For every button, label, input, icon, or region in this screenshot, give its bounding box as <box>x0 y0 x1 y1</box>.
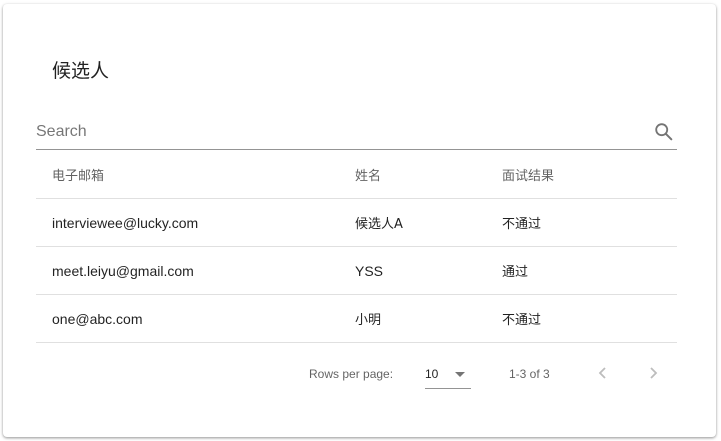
rows-per-page-select[interactable]: 10 <box>425 360 471 389</box>
next-page-button[interactable] <box>639 359 667 387</box>
table-pagination: Rows per page: 10 1-3 of 3 <box>36 345 677 401</box>
table-row[interactable]: meet.leiyu@gmail.com YSS 通过 <box>36 246 677 295</box>
previous-page-button[interactable] <box>589 359 617 387</box>
pagination-range: 1-3 of 3 <box>509 367 550 381</box>
cell-email: interviewee@lucky.com <box>36 198 355 247</box>
caret-down-icon <box>455 372 465 377</box>
column-header-result[interactable]: 面试结果 <box>502 150 677 199</box>
search-input[interactable] <box>36 117 636 147</box>
cell-result: 不通过 <box>502 198 677 247</box>
cell-email: one@abc.com <box>36 294 355 343</box>
table-row[interactable]: one@abc.com 小明 不通过 <box>36 294 677 343</box>
column-header-name[interactable]: 姓名 <box>355 150 502 199</box>
cell-result: 通过 <box>502 246 677 295</box>
rows-per-page-label: Rows per page: <box>309 367 394 381</box>
cell-name: 候选人A <box>355 198 502 247</box>
table-row[interactable]: interviewee@lucky.com 候选人A 不通过 <box>36 198 677 247</box>
table-header-row: 电子邮箱 姓名 面试结果 <box>36 150 677 199</box>
search-field[interactable] <box>36 117 677 150</box>
chevron-left-icon <box>598 367 606 379</box>
chevron-right-icon <box>650 367 658 379</box>
search-icon[interactable] <box>653 121 675 143</box>
page-title: 候选人 <box>52 60 110 82</box>
cell-name: 小明 <box>355 294 502 343</box>
column-header-email[interactable]: 电子邮箱 <box>36 150 355 199</box>
candidates-table: 电子邮箱 姓名 面试结果 interviewee@lucky.com 候选人A … <box>36 150 677 343</box>
rows-per-page-value: 10 <box>425 367 439 381</box>
cell-email: meet.leiyu@gmail.com <box>36 246 355 295</box>
cell-name: YSS <box>355 246 502 295</box>
cell-result: 不通过 <box>502 294 677 343</box>
